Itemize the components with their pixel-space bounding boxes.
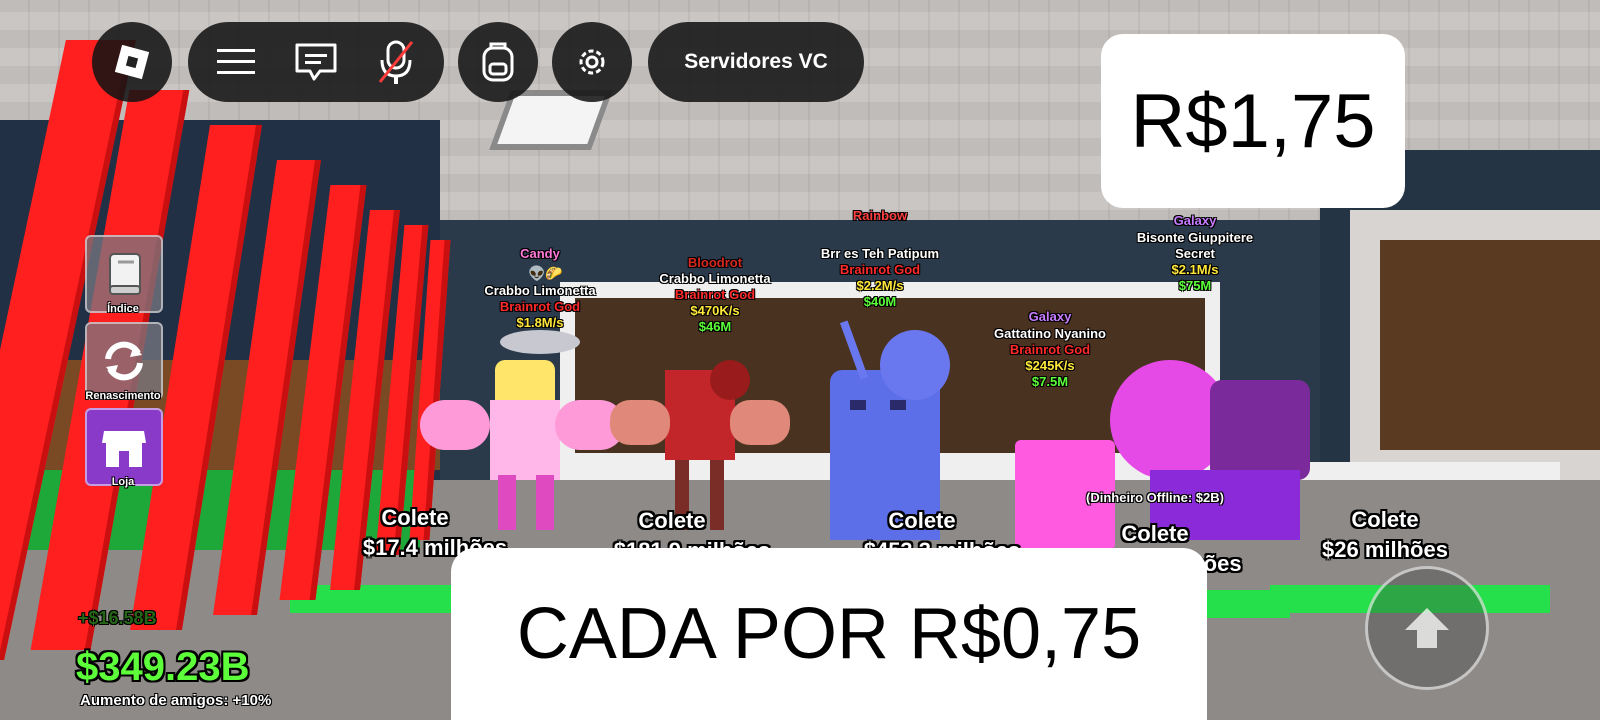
- brainrot-rate: $245K/s: [1025, 358, 1075, 373]
- roblox-menu-button[interactable]: [92, 22, 172, 102]
- brainrot-rarity: Brainrot God: [1009, 342, 1091, 357]
- collect-label[interactable]: Colete: [1330, 507, 1440, 533]
- rebirth-button[interactable]: [85, 322, 163, 400]
- index-button[interactable]: [85, 235, 163, 313]
- brainrot-mutation: Rainbow: [852, 208, 908, 223]
- hamburger-icon: [217, 49, 255, 74]
- brainrot-name: Bisonte Giuppitere: [1136, 230, 1254, 245]
- brainrot-price: $40M: [863, 294, 897, 309]
- price-each: CADA POR R$0,75: [516, 594, 1142, 674]
- brainrot-mutation: Galaxy: [1028, 309, 1072, 324]
- money-gain: +$16.58B: [78, 608, 157, 628]
- brainrot-rarity: Secret: [1175, 246, 1215, 261]
- friends-boost: Aumento de amigos: +10%: [80, 692, 272, 709]
- collect-label[interactable]: Colete: [617, 508, 727, 534]
- roblox-logo-icon: [114, 44, 150, 80]
- collect-label[interactable]: Colete: [360, 505, 470, 531]
- chat-icon: [295, 43, 337, 81]
- brainrot-mutation: Bloodrot: [687, 255, 743, 270]
- brainrot-name: Gattatino Nyanino: [994, 326, 1106, 341]
- backpack-button[interactable]: [458, 22, 538, 102]
- price-total-box: R$1,75: [1101, 34, 1405, 208]
- price-total: R$1,75: [1130, 78, 1376, 164]
- brainrot-rate: $2.2M/s: [856, 278, 904, 293]
- voice-servers-button[interactable]: Servidores VC: [648, 22, 864, 102]
- price-each-box: CADA POR R$0,75: [451, 548, 1207, 720]
- index-label: Índice: [107, 303, 139, 315]
- brainrot-rarity: Brainrot God: [674, 287, 756, 302]
- side-menu-index[interactable]: Índice: [85, 235, 163, 315]
- rebirth-label: Renascimento: [85, 390, 161, 402]
- toolbar-group: [188, 22, 444, 102]
- right-window: [1380, 240, 1600, 450]
- brainrot-galaxy-bisonte[interactable]: [1110, 350, 1310, 550]
- up-arrow-icon: [1405, 608, 1449, 648]
- settings-button[interactable]: [552, 22, 632, 102]
- brainrot-candy-crabbo[interactable]: [420, 360, 625, 530]
- backpack-icon: [482, 42, 514, 82]
- brainrot-price: $7.5M: [1031, 374, 1069, 389]
- money-total: $349.23B: [76, 645, 250, 689]
- brainrot-price: $75M: [1178, 278, 1212, 293]
- microphone-muted-icon: [378, 40, 414, 84]
- shop-button[interactable]: [85, 408, 163, 486]
- shop-icon: [102, 431, 146, 467]
- collect-label[interactable]: Colete: [1100, 521, 1210, 547]
- brainrot-rate: $470K/s: [690, 303, 740, 318]
- ufo: [500, 330, 580, 354]
- collect-label[interactable]: Colete: [867, 508, 977, 534]
- book-icon: [109, 253, 141, 295]
- jump-button[interactable]: [1365, 566, 1489, 690]
- alien-icon: 👽🌮: [528, 265, 563, 281]
- offline-money: (Dinheiro Offline: $2B): [1086, 490, 1224, 505]
- hamburger-menu-button[interactable]: [196, 22, 276, 102]
- brainrot-rarity: Brainrot God: [499, 299, 581, 314]
- brainrot-rate: $1.8M/s: [516, 315, 564, 330]
- shop-label: Loja: [111, 476, 135, 488]
- brainrot-bloodrot-crabbo[interactable]: [610, 360, 790, 530]
- microphone-button[interactable]: [356, 22, 436, 102]
- refresh-icon: [105, 341, 143, 381]
- brainrot-mutation: Galaxy: [1173, 213, 1217, 228]
- brainrot-price: $46M: [698, 319, 732, 334]
- chat-button[interactable]: [276, 22, 356, 102]
- brainrot-mutation: Candy: [520, 246, 560, 261]
- side-menu-shop[interactable]: Loja: [85, 408, 163, 488]
- gear-icon: [579, 49, 605, 75]
- brainrot-name: Brr es Teh Patipum: [820, 246, 940, 261]
- brainrot-rate: $2.1M/s: [1171, 262, 1219, 277]
- brainrot-name: Crabbo Limonetta: [659, 271, 771, 286]
- brainrot-rarity: Brainrot God: [839, 262, 921, 277]
- collect-amount[interactable]: $26 milhões: [1285, 537, 1485, 563]
- voice-servers-label: Servidores VC: [684, 50, 828, 73]
- brainrot-name: Crabbo Limonetta: [484, 283, 596, 298]
- side-menu-rebirth[interactable]: Renascimento: [85, 322, 163, 402]
